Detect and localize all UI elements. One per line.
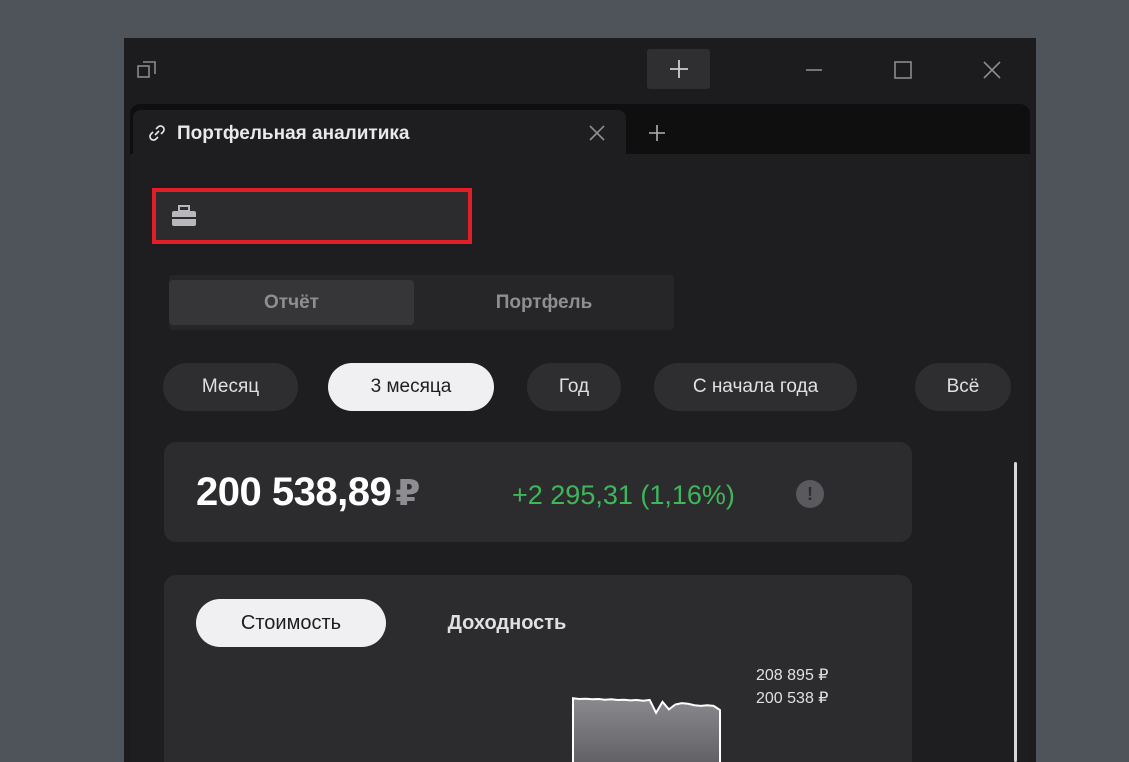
close-window-button[interactable]	[969, 50, 1015, 90]
value-chart-card: Стоимость Доходность 208 895 ₽ 200 538 ₽	[164, 575, 912, 762]
segment-report[interactable]: Отчёт	[169, 280, 414, 325]
portfolio-value-card: 200 538,89 ₽ +2 295,31 (1,16%) !	[164, 442, 912, 542]
minimize-icon	[806, 69, 822, 71]
tab-portfolio-analytics[interactable]: Портфельная аналитика	[133, 110, 626, 154]
value-change: +2 295,31 (1,16%)	[512, 480, 735, 510]
new-tab-icon[interactable]	[647, 123, 667, 143]
restore-window-icon[interactable]	[136, 59, 158, 81]
link-icon	[149, 125, 165, 141]
tab-close-icon[interactable]	[587, 123, 607, 143]
maximize-icon	[894, 61, 912, 79]
period-3-months-chip[interactable]: 3 месяца	[328, 363, 494, 411]
close-icon	[983, 61, 1001, 79]
currency-sign: ₽	[395, 472, 420, 513]
add-window-button[interactable]	[647, 49, 710, 89]
chart-current-label: 200 538 ₽	[756, 690, 829, 707]
tab-strip: Портфельная аналитика	[130, 104, 1030, 154]
segment-portfolio[interactable]: Портфель	[414, 280, 674, 325]
portfolio-selector[interactable]	[152, 188, 472, 244]
minimize-button[interactable]	[791, 50, 837, 90]
report-view-switch: Отчёт Портфель	[169, 275, 674, 330]
total-value: 200 538,89 ₽	[196, 470, 420, 515]
briefcase-icon	[172, 205, 196, 226]
chart-max-label: 208 895 ₽	[756, 667, 829, 684]
maximize-button[interactable]	[880, 50, 926, 90]
tab-title: Портфельная аналитика	[177, 123, 410, 144]
period-month-chip[interactable]: Месяц	[163, 363, 298, 411]
period-all-chip[interactable]: Всё	[915, 363, 1011, 411]
chart-area-fill	[573, 698, 720, 762]
vertical-scrollbar[interactable]	[1014, 462, 1017, 762]
title-bar	[124, 38, 1036, 104]
info-icon[interactable]: !	[796, 480, 824, 508]
period-year-chip[interactable]: Год	[527, 363, 621, 411]
total-amount: 200 538,89	[196, 470, 392, 514]
app-window: Портфельная аналитика Отчёт Портфель Мес…	[124, 38, 1036, 762]
plus-icon	[669, 60, 688, 78]
period-ytd-chip[interactable]: С начала года	[654, 363, 857, 411]
